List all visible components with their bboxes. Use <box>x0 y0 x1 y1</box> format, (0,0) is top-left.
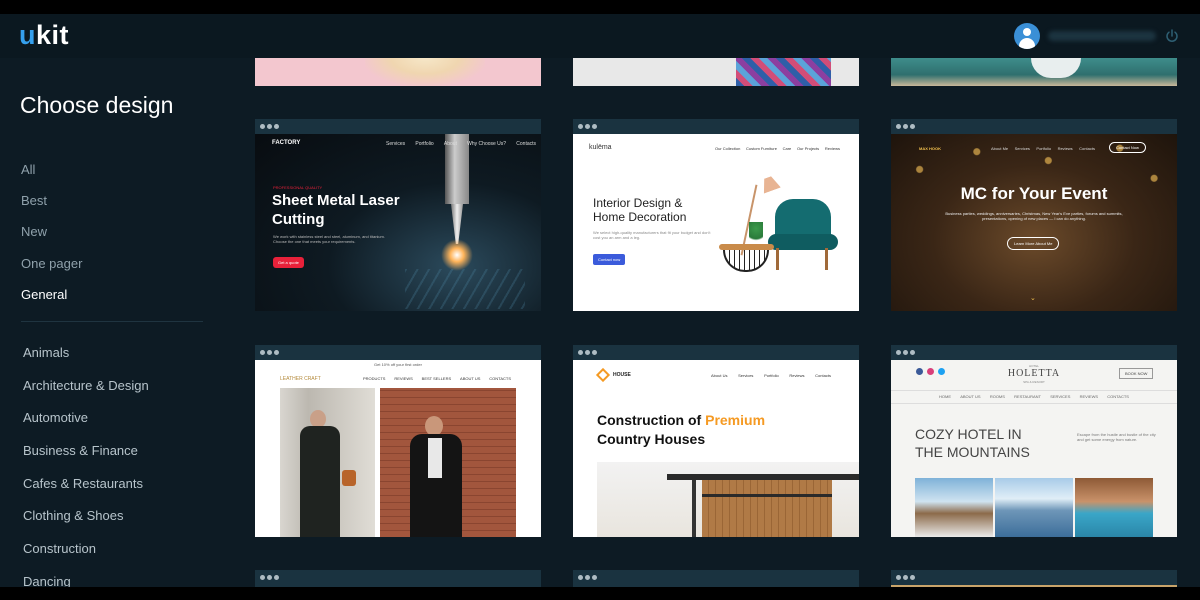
category-architecture-design[interactable]: Architecture & Design <box>23 378 149 393</box>
app-window: FACTORY Services Portfolio About Why Cho… <box>0 14 1200 587</box>
template-heading: Interior Design & <box>593 196 683 210</box>
template-heading: Construction of Premium <box>597 412 766 428</box>
template-nav: Services Portfolio About Why Choose Us? … <box>386 141 536 147</box>
browser-bar <box>891 119 1177 134</box>
house-logo-icon <box>595 367 611 383</box>
ukit-logo[interactable]: ukit <box>19 20 69 51</box>
template-card-partial-2[interactable] <box>573 58 859 86</box>
template-heading: COZY HOTEL IN <box>915 426 1022 442</box>
template-preview: HOTEL HOLETTA SPA & RESORT BOOK NOW HOME… <box>891 360 1177 537</box>
browser-bar <box>255 570 541 585</box>
template-brand: HOUSE <box>613 372 631 378</box>
template-card-kulema[interactable]: kulëma Our Collection Custom Furniture C… <box>573 119 859 311</box>
template-nav: About Us Services Portfolio Reviews Cont… <box>711 373 831 378</box>
template-card-partial-5[interactable] <box>573 570 859 587</box>
template-card-partial-1[interactable] <box>255 58 541 86</box>
template-nav: PRODUCTS REVIEWS BEST SELLERS ABOUT US C… <box>363 376 511 381</box>
preview-image-pool <box>1075 478 1153 537</box>
template-brand: LEATHER CRAFT <box>280 376 321 382</box>
filter-all[interactable]: All <box>21 162 35 177</box>
template-contact-button: Contact Now <box>1109 142 1146 153</box>
template-brand: MAX HOOK <box>919 146 941 151</box>
template-nav: HOME ABOUT US ROOMS RESTAURANT SERVICES … <box>939 394 1129 399</box>
template-preview: FACTORY Services Portfolio About Why Cho… <box>255 134 541 311</box>
template-card-house[interactable]: HOUSE About Us Services Portfolio Review… <box>573 345 859 537</box>
power-icon[interactable] <box>1164 28 1180 44</box>
template-nav: About Me Services Portfolio Reviews Cont… <box>991 146 1095 151</box>
category-construction[interactable]: Construction <box>23 541 96 556</box>
sidebar: Choose design All Best New One pager Gen… <box>0 58 240 587</box>
category-clothing-shoes[interactable]: Clothing & Shoes <box>23 508 123 523</box>
template-brand-sub: SPA & RESORT <box>1023 380 1045 384</box>
preview-image-woman <box>280 388 375 537</box>
user-avatar-icon[interactable] <box>1014 23 1040 49</box>
template-card-partial-6[interactable] <box>891 570 1177 587</box>
browser-bar <box>891 345 1177 360</box>
page-title: Choose design <box>20 92 174 118</box>
browser-bar <box>891 570 1177 585</box>
filter-general[interactable]: General <box>21 287 67 302</box>
template-text: We work with stainless steel and steel, … <box>273 234 385 244</box>
template-preview: MAX HOOK About Me Services Portfolio Rev… <box>891 134 1177 311</box>
template-heading: Cutting <box>272 211 325 228</box>
template-text: Business parties, weddings, anniversarie… <box>945 211 1123 221</box>
template-tag: PROFESSIONAL QUALITY <box>273 185 323 190</box>
preview-image <box>365 58 485 86</box>
category-dancing[interactable]: Dancing <box>23 574 71 587</box>
template-button: Contact now <box>593 254 626 265</box>
category-cafes-restaurants[interactable]: Cafes & Restaurants <box>23 476 143 491</box>
template-text: Escape from the hustle and bustle of the… <box>1077 432 1156 442</box>
filter-new[interactable]: New <box>21 224 47 239</box>
template-brand: kulëma <box>589 144 612 151</box>
template-card-leather[interactable]: Get 10% off your first order LEATHER CRA… <box>255 345 541 537</box>
plant-illustration <box>749 222 763 244</box>
browser-bar <box>255 119 541 134</box>
template-book-button: BOOK NOW <box>1119 368 1154 379</box>
category-animals[interactable]: Animals <box>23 345 69 360</box>
user-name-blurred[interactable] <box>1048 31 1156 41</box>
category-automotive[interactable]: Automotive <box>23 410 88 425</box>
template-card-partial-4[interactable] <box>255 570 541 587</box>
top-bar: ukit <box>0 14 1200 58</box>
template-heading: THE MOUNTAINS <box>915 444 1030 460</box>
template-brand: FACTORY <box>272 140 301 146</box>
filter-one-pager[interactable]: One pager <box>21 256 82 271</box>
template-text: We select high-quality manufacturers tha… <box>593 230 711 240</box>
browser-bar <box>573 119 859 134</box>
preview-image-lake <box>995 478 1073 537</box>
template-preview: Get 10% off your first order LEATHER CRA… <box>255 360 541 537</box>
template-heading: Home Decoration <box>593 210 687 224</box>
template-card-hotel[interactable]: HOTEL HOLETTA SPA & RESORT BOOK NOW HOME… <box>891 345 1177 537</box>
category-business-finance[interactable]: Business & Finance <box>23 443 138 458</box>
template-topline: Get 10% off your first order <box>374 362 422 367</box>
template-card-partial-3[interactable] <box>891 58 1177 86</box>
template-preview: kulëma Our Collection Custom Furniture C… <box>573 134 859 311</box>
template-heading: Sheet Metal Laser <box>272 192 400 209</box>
browser-bar <box>573 345 859 360</box>
template-button: Learn More About Me <box>1007 237 1060 250</box>
sidebar-divider <box>21 321 203 322</box>
template-card-event[interactable]: MAX HOOK About Me Services Portfolio Rev… <box>891 119 1177 311</box>
template-button: Get a quote <box>273 257 304 268</box>
browser-bar <box>573 570 859 585</box>
template-heading: MC for Your Event <box>960 184 1108 203</box>
template-preview: HOUSE About Us Services Portfolio Review… <box>573 360 859 537</box>
browser-bar <box>255 345 541 360</box>
template-nav: Our Collection Custom Furniture Care Our… <box>715 146 840 151</box>
preview-image-chalet <box>915 478 993 537</box>
preview-image <box>736 58 831 86</box>
preview-image-man <box>380 388 516 537</box>
preview-image-house <box>597 462 859 537</box>
template-heading: Country Houses <box>597 431 706 447</box>
template-card-factory[interactable]: FACTORY Services Portfolio About Why Cho… <box>255 119 541 311</box>
filter-best[interactable]: Best <box>21 193 47 208</box>
chevron-down-icon: ⌄ <box>1030 295 1036 302</box>
